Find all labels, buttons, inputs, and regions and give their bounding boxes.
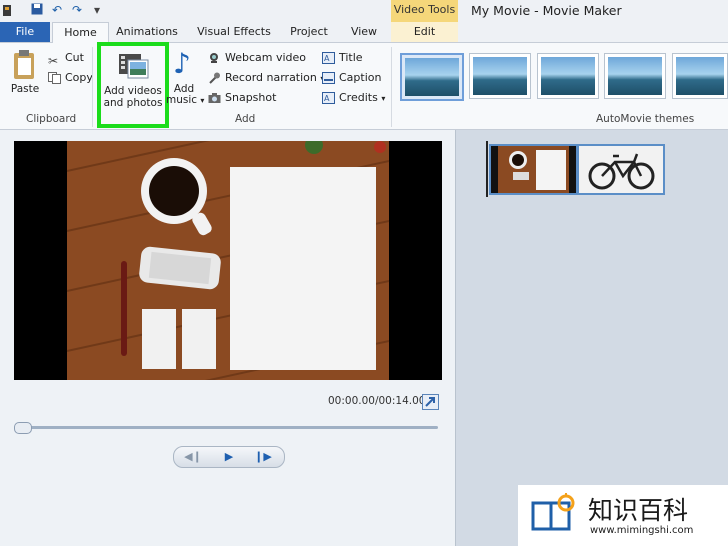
theme-thumbnail bbox=[676, 57, 724, 95]
automovie-theme-1[interactable] bbox=[400, 53, 464, 101]
playhead-marker[interactable] bbox=[486, 141, 488, 197]
play-icon[interactable]: ▶ bbox=[214, 449, 244, 465]
seek-bar-thumb[interactable] bbox=[14, 422, 32, 434]
clip-thumbnail bbox=[491, 146, 576, 193]
bicycle-clip-thumbnail bbox=[579, 146, 663, 193]
webcam-icon bbox=[208, 52, 221, 64]
tab-visual-effects[interactable]: Visual Effects bbox=[196, 22, 272, 42]
paste-icon[interactable] bbox=[10, 49, 40, 79]
title-bar: ↶ ↷ ▾ Video Tools My Movie - Movie Maker bbox=[0, 0, 728, 22]
credits-button[interactable]: A Credits ▾ bbox=[322, 89, 385, 107]
watermark: 知识百科 www.mimingshi.com bbox=[518, 485, 728, 546]
theme-thumbnail bbox=[473, 57, 527, 95]
svg-text:A: A bbox=[324, 54, 330, 63]
app-icon[interactable] bbox=[0, 3, 14, 17]
add-videos-label-1: Add videos bbox=[104, 85, 162, 97]
scissors-icon: ✂ bbox=[48, 54, 59, 68]
record-narration-button[interactable]: Record narration ▾ bbox=[208, 69, 324, 87]
preview-frame-image bbox=[66, 141, 390, 380]
undo-icon[interactable]: ↶ bbox=[50, 3, 64, 17]
automovie-theme-4[interactable] bbox=[604, 53, 666, 99]
tab-animations[interactable]: Animations bbox=[114, 22, 180, 42]
copy-button[interactable]: Copy bbox=[48, 69, 93, 87]
tab-home[interactable]: Home bbox=[52, 22, 109, 44]
caption-button[interactable]: Caption bbox=[322, 69, 381, 87]
clipboard-group-label: Clipboard bbox=[26, 113, 77, 125]
theme-thumbnail bbox=[608, 57, 662, 95]
add-music-label-2: music bbox=[166, 94, 198, 106]
automovie-theme-2[interactable] bbox=[469, 53, 531, 99]
credits-label: Credits bbox=[339, 91, 378, 104]
video-tools-context-label: Video Tools bbox=[391, 0, 458, 22]
group-divider bbox=[92, 47, 93, 127]
window-title: My Movie - Movie Maker bbox=[471, 3, 622, 18]
microphone-icon bbox=[208, 72, 221, 84]
add-videos-and-photos-button[interactable]: Add videos and photos bbox=[97, 42, 169, 128]
cut-label: Cut bbox=[65, 51, 84, 64]
credits-icon: A bbox=[322, 92, 335, 104]
snapshot-label: Snapshot bbox=[225, 91, 277, 104]
svg-text:A: A bbox=[324, 94, 330, 103]
record-narration-label: Record narration bbox=[225, 71, 317, 84]
tab-edit[interactable]: Edit bbox=[391, 22, 458, 42]
group-divider bbox=[391, 47, 392, 127]
caption-label: Caption bbox=[339, 71, 382, 84]
previous-frame-icon[interactable]: ◀❙ bbox=[178, 449, 208, 465]
title-button[interactable]: A Title bbox=[322, 49, 363, 67]
storyboard-clip-1[interactable] bbox=[489, 144, 578, 195]
playback-controls: ◀❙ ▶ ❙▶ bbox=[173, 446, 285, 468]
copy-icon bbox=[48, 72, 61, 84]
automovie-theme-3[interactable] bbox=[537, 53, 599, 99]
video-preview[interactable] bbox=[14, 141, 442, 380]
automovie-theme-5[interactable] bbox=[672, 53, 728, 99]
camera-icon bbox=[208, 92, 221, 104]
timecode-display: 00:00.00/00:14.00 bbox=[328, 395, 426, 407]
automovie-themes-group-label: AutoMovie themes bbox=[596, 113, 695, 125]
watermark-brand: 知识百科 bbox=[588, 496, 689, 525]
paste-button[interactable]: Paste bbox=[6, 83, 44, 95]
watermark-url: www.mimingshi.com bbox=[590, 525, 694, 536]
customize-toolbar-icon[interactable]: ▾ bbox=[90, 3, 104, 17]
tab-file[interactable]: File bbox=[0, 22, 50, 42]
book-bulb-logo-icon bbox=[530, 493, 576, 535]
ribbon-tabs: File Home Animations Visual Effects Proj… bbox=[0, 22, 728, 44]
add-videos-label-2: and photos bbox=[103, 97, 163, 109]
storyboard-clip-2[interactable] bbox=[577, 144, 665, 195]
add-group-label: Add bbox=[235, 113, 256, 125]
save-icon[interactable] bbox=[30, 3, 44, 17]
dropdown-arrow-icon: ▾ bbox=[200, 96, 205, 105]
webcam-video-button[interactable]: Webcam video bbox=[208, 49, 306, 67]
music-note-icon[interactable]: ♪ bbox=[173, 49, 195, 79]
webcam-label: Webcam video bbox=[225, 51, 307, 64]
dropdown-arrow-icon: ▾ bbox=[381, 94, 386, 103]
seek-bar[interactable] bbox=[14, 426, 438, 429]
caption-icon bbox=[322, 72, 335, 84]
add-music-button[interactable]: music ▾ bbox=[166, 94, 206, 107]
cut-button[interactable]: ✂ Cut bbox=[48, 49, 84, 68]
ribbon: Paste ✂ Cut Copy Clipboard Add videos and… bbox=[0, 42, 728, 130]
theme-thumbnail bbox=[405, 58, 459, 96]
next-frame-icon[interactable]: ❙▶ bbox=[248, 449, 278, 465]
tab-project[interactable]: Project bbox=[286, 22, 332, 42]
film-photo-icon bbox=[119, 54, 149, 80]
fullscreen-toggle-icon[interactable] bbox=[422, 394, 439, 410]
theme-thumbnail bbox=[541, 57, 595, 95]
tab-view[interactable]: View bbox=[346, 22, 382, 42]
snapshot-button[interactable]: Snapshot bbox=[208, 89, 276, 107]
redo-icon[interactable]: ↷ bbox=[70, 3, 84, 17]
title-icon: A bbox=[322, 52, 335, 64]
title-label: Title bbox=[339, 51, 363, 64]
copy-label: Copy bbox=[65, 71, 93, 84]
